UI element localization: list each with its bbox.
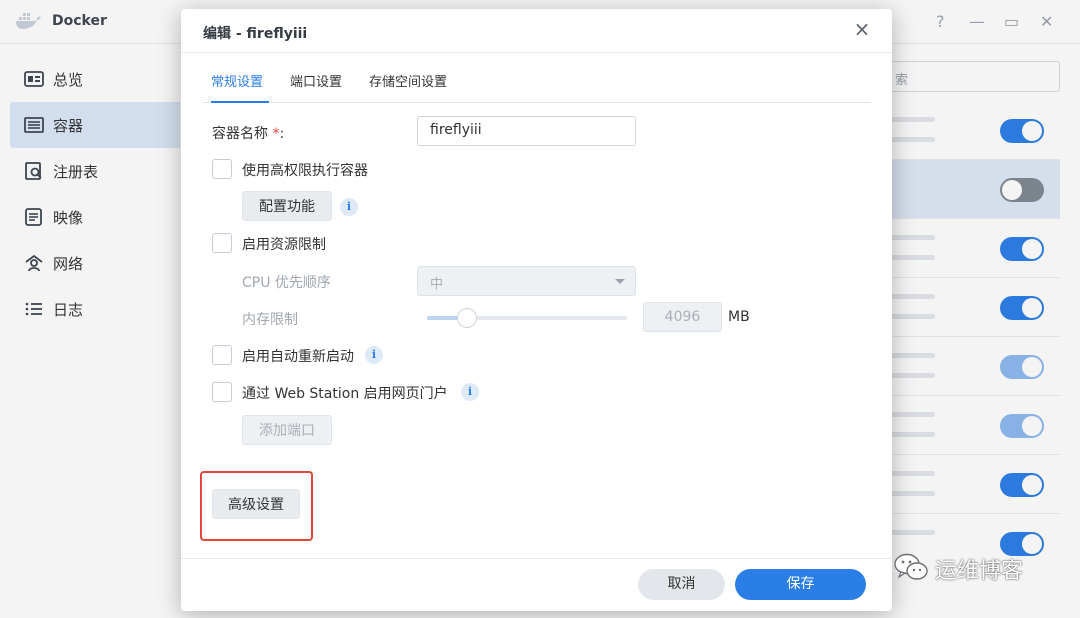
memory-limit-input[interactable]: 4096 — [643, 302, 722, 332]
tab-port-settings[interactable]: 端口设置 — [290, 71, 342, 103]
edit-container-dialog: 编辑 - fireflyiii × 常规设置 端口设置 存储空间设置 容器名称 … — [181, 9, 892, 611]
resource-limit-checkbox[interactable] — [212, 233, 232, 253]
memory-slider-thumb[interactable] — [457, 308, 477, 328]
tab-storage-settings[interactable]: 存储空间设置 — [369, 71, 447, 103]
memory-limit-label: 内存限制 — [242, 312, 298, 328]
privileged-checkbox[interactable] — [212, 159, 232, 179]
configure-capabilities-button[interactable]: 配置功能 — [242, 191, 332, 221]
privileged-label: 使用高权限执行容器 — [242, 163, 368, 179]
watermark: 运维博客 — [893, 551, 1023, 587]
info-icon[interactable]: i — [365, 346, 383, 364]
auto-restart-label: 启用自动重新启动 — [242, 349, 354, 365]
save-button[interactable]: 保存 — [735, 569, 866, 600]
container-name-label: 容器名称 *: — [212, 126, 285, 142]
divider — [181, 52, 892, 53]
cpu-priority-select[interactable]: 中 — [417, 266, 636, 296]
wechat-icon — [893, 552, 929, 586]
auto-restart-checkbox[interactable] — [212, 345, 232, 365]
tab-bar: 常规设置 端口设置 存储空间设置 — [203, 71, 871, 103]
cpu-priority-value: 中 — [430, 277, 444, 292]
container-name-input[interactable]: fireflyiii — [417, 116, 636, 146]
watermark-text: 运维博客 — [935, 559, 1024, 584]
info-icon[interactable]: i — [461, 383, 479, 401]
close-icon[interactable]: × — [853, 19, 871, 39]
divider — [181, 558, 892, 559]
advanced-settings-button[interactable]: 高级设置 — [212, 489, 300, 519]
cancel-button[interactable]: 取消 — [638, 569, 725, 600]
memory-unit-label: MB — [728, 309, 750, 325]
web-station-label: 通过 Web Station 启用网页门户 — [242, 386, 448, 402]
info-icon[interactable]: i — [340, 198, 358, 216]
cpu-priority-label: CPU 优先顺序 — [242, 275, 331, 291]
add-port-button[interactable]: 添加端口 — [242, 415, 332, 445]
tab-general-settings[interactable]: 常规设置 — [211, 71, 269, 103]
web-station-checkbox[interactable] — [212, 382, 232, 402]
chevron-down-icon — [615, 279, 625, 284]
resource-limit-label: 启用资源限制 — [242, 237, 326, 253]
dialog-title: 编辑 - fireflyiii — [203, 26, 308, 42]
